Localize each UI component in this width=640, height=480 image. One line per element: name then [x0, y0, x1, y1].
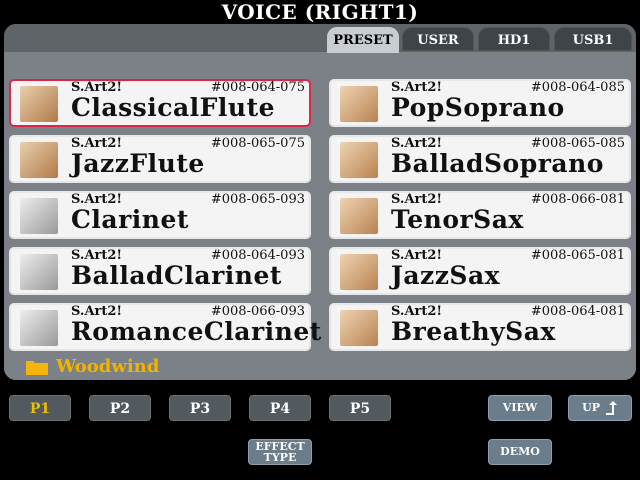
voice-name: Clarinet: [71, 205, 189, 234]
page-button-p1[interactable]: P1: [9, 395, 71, 421]
voice-tile-balladsoprano[interactable]: S.Art2! #008-065-085 BalladSoprano: [329, 135, 631, 183]
page-button-p3[interactable]: P3: [169, 395, 231, 421]
saxophone-icon: [340, 86, 378, 122]
clarinet-icon: [20, 310, 58, 346]
voice-name: PopSoprano: [391, 93, 565, 122]
demo-button[interactable]: DEMO: [488, 439, 552, 465]
view-button[interactable]: VIEW: [488, 395, 552, 421]
voice-name: BalladSoprano: [391, 149, 604, 178]
screen-title: VOICE (RIGHT1): [221, 0, 419, 24]
voice-tile-jazzflute[interactable]: S.Art2! #008-065-075 JazzFlute: [9, 135, 311, 183]
voice-name: BreathySax: [391, 317, 556, 346]
voice-name: ClassicalFlute: [71, 93, 276, 122]
tab-hd1[interactable]: HD1: [478, 27, 550, 51]
voice-tile-romanceclarinet[interactable]: S.Art2! #008-066-093 RomanceClarinet: [9, 303, 321, 351]
flute-icon: [20, 142, 58, 178]
up-button[interactable]: UP: [568, 395, 632, 421]
voice-number: #008-065-093: [210, 192, 305, 207]
flute-icon: [20, 86, 58, 122]
tab-user[interactable]: USER: [402, 27, 474, 51]
voice-name: TenorSax: [391, 205, 524, 234]
page-button-p5[interactable]: P5: [329, 395, 391, 421]
saxophone-icon: [340, 310, 378, 346]
clarinet-icon: [20, 254, 58, 290]
page-button-p2[interactable]: P2: [89, 395, 151, 421]
up-arrow-icon: [605, 401, 617, 415]
effect-type-label-2: TYPE: [263, 451, 297, 464]
page-button-p4[interactable]: P4: [249, 395, 311, 421]
saxophone-icon: [340, 142, 378, 178]
voice-number: #008-065-081: [530, 248, 625, 263]
saxophone-icon: [340, 198, 378, 234]
tab-usb1[interactable]: USB1: [554, 27, 632, 51]
voice-tile-breathysax[interactable]: S.Art2! #008-064-081 BreathySax: [329, 303, 631, 351]
voice-number: #008-065-075: [210, 136, 305, 151]
voice-name: JazzFlute: [71, 149, 205, 178]
voice-number: #008-066-081: [530, 192, 625, 207]
voice-tile-jazzsax[interactable]: S.Art2! #008-065-081 JazzSax: [329, 247, 631, 295]
folder-label: Woodwind: [56, 356, 160, 377]
folder-icon: [26, 361, 48, 375]
voice-name: RomanceClarinet: [71, 317, 322, 346]
up-label: UP: [582, 401, 601, 414]
voice-tile-popsoprano[interactable]: S.Art2! #008-064-085 PopSoprano: [329, 79, 631, 127]
effect-type-button[interactable]: EFFECT TYPE: [248, 439, 312, 465]
saxophone-icon: [340, 254, 378, 290]
voice-name: JazzSax: [391, 261, 501, 290]
voice-name: BalladClarinet: [71, 261, 282, 290]
clarinet-icon: [20, 198, 58, 234]
voice-tile-balladclarinet[interactable]: S.Art2! #008-064-093 BalladClarinet: [9, 247, 311, 295]
tab-preset[interactable]: PRESET: [327, 27, 399, 53]
voice-tile-tenorsax[interactable]: S.Art2! #008-066-081 TenorSax: [329, 191, 631, 239]
voice-tile-classicalflute[interactable]: S.Art2! #008-064-075 ClassicalFlute: [9, 79, 311, 127]
voice-tile-clarinet[interactable]: S.Art2! #008-065-093 Clarinet: [9, 191, 311, 239]
